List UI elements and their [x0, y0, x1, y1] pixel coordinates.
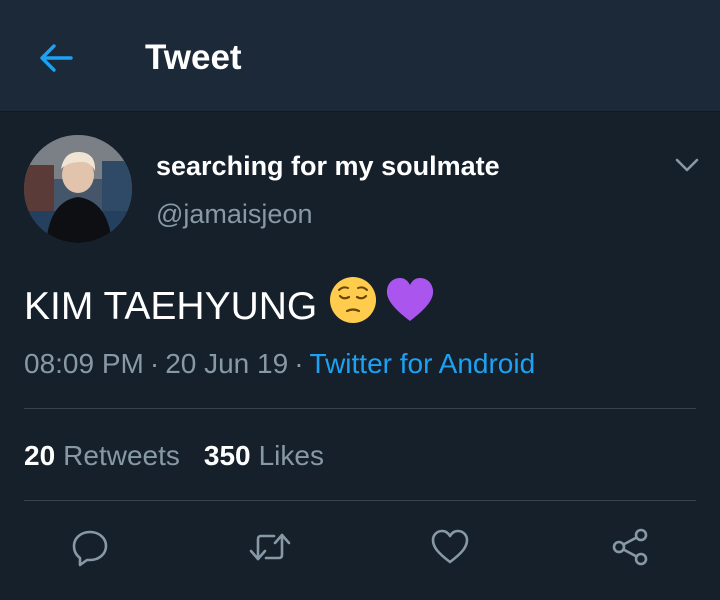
reply-icon	[72, 530, 108, 567]
tweet-source-link[interactable]: Twitter for Android	[310, 348, 536, 379]
tweet-stats: 20 Retweets 350 Likes	[24, 438, 324, 474]
meta-separator: ·	[149, 348, 160, 379]
avatar[interactable]	[24, 135, 132, 243]
like-heart-icon	[431, 529, 469, 564]
tweet-body: KIM TAEHYUNG	[24, 274, 437, 339]
avatar-photo	[24, 135, 132, 243]
tweet-time: 08:09 PM	[24, 348, 144, 379]
divider	[24, 500, 696, 501]
likes-label: Likes	[258, 440, 324, 471]
arrow-left-icon	[40, 44, 73, 72]
tweet-menu-button[interactable]	[670, 150, 704, 180]
likes-stat[interactable]: 350 Likes	[204, 438, 324, 474]
tweet-meta: 08:09 PM · 20 Jun 19 · Twitter for Android	[24, 346, 535, 382]
divider	[24, 408, 696, 409]
chevron-down-icon	[675, 158, 699, 172]
share-icon	[612, 528, 648, 566]
tweet-date: 20 Jun 19	[165, 348, 289, 379]
retweet-button[interactable]	[245, 522, 295, 572]
retweets-count: 20	[24, 440, 56, 471]
author-display-name[interactable]: searching for my soulmate	[156, 150, 500, 182]
like-button[interactable]	[425, 522, 475, 572]
retweet-icon	[249, 533, 291, 561]
reply-button[interactable]	[65, 522, 115, 572]
meta-separator: ·	[294, 348, 304, 379]
back-button[interactable]	[30, 36, 82, 80]
pensive-face-emoji	[327, 274, 379, 339]
likes-count: 350	[203, 440, 251, 471]
share-button[interactable]	[605, 522, 655, 572]
tweet-text: KIM TAEHYUNG	[24, 284, 318, 328]
top-bar: Tweet	[0, 0, 720, 112]
purple-heart-emoji	[383, 274, 437, 339]
retweets-stat[interactable]: 20 Retweets	[24, 438, 180, 474]
author-handle[interactable]: @jamaisjeon	[156, 198, 312, 230]
retweets-label: Retweets	[63, 440, 180, 471]
page-title: Tweet	[145, 38, 242, 77]
